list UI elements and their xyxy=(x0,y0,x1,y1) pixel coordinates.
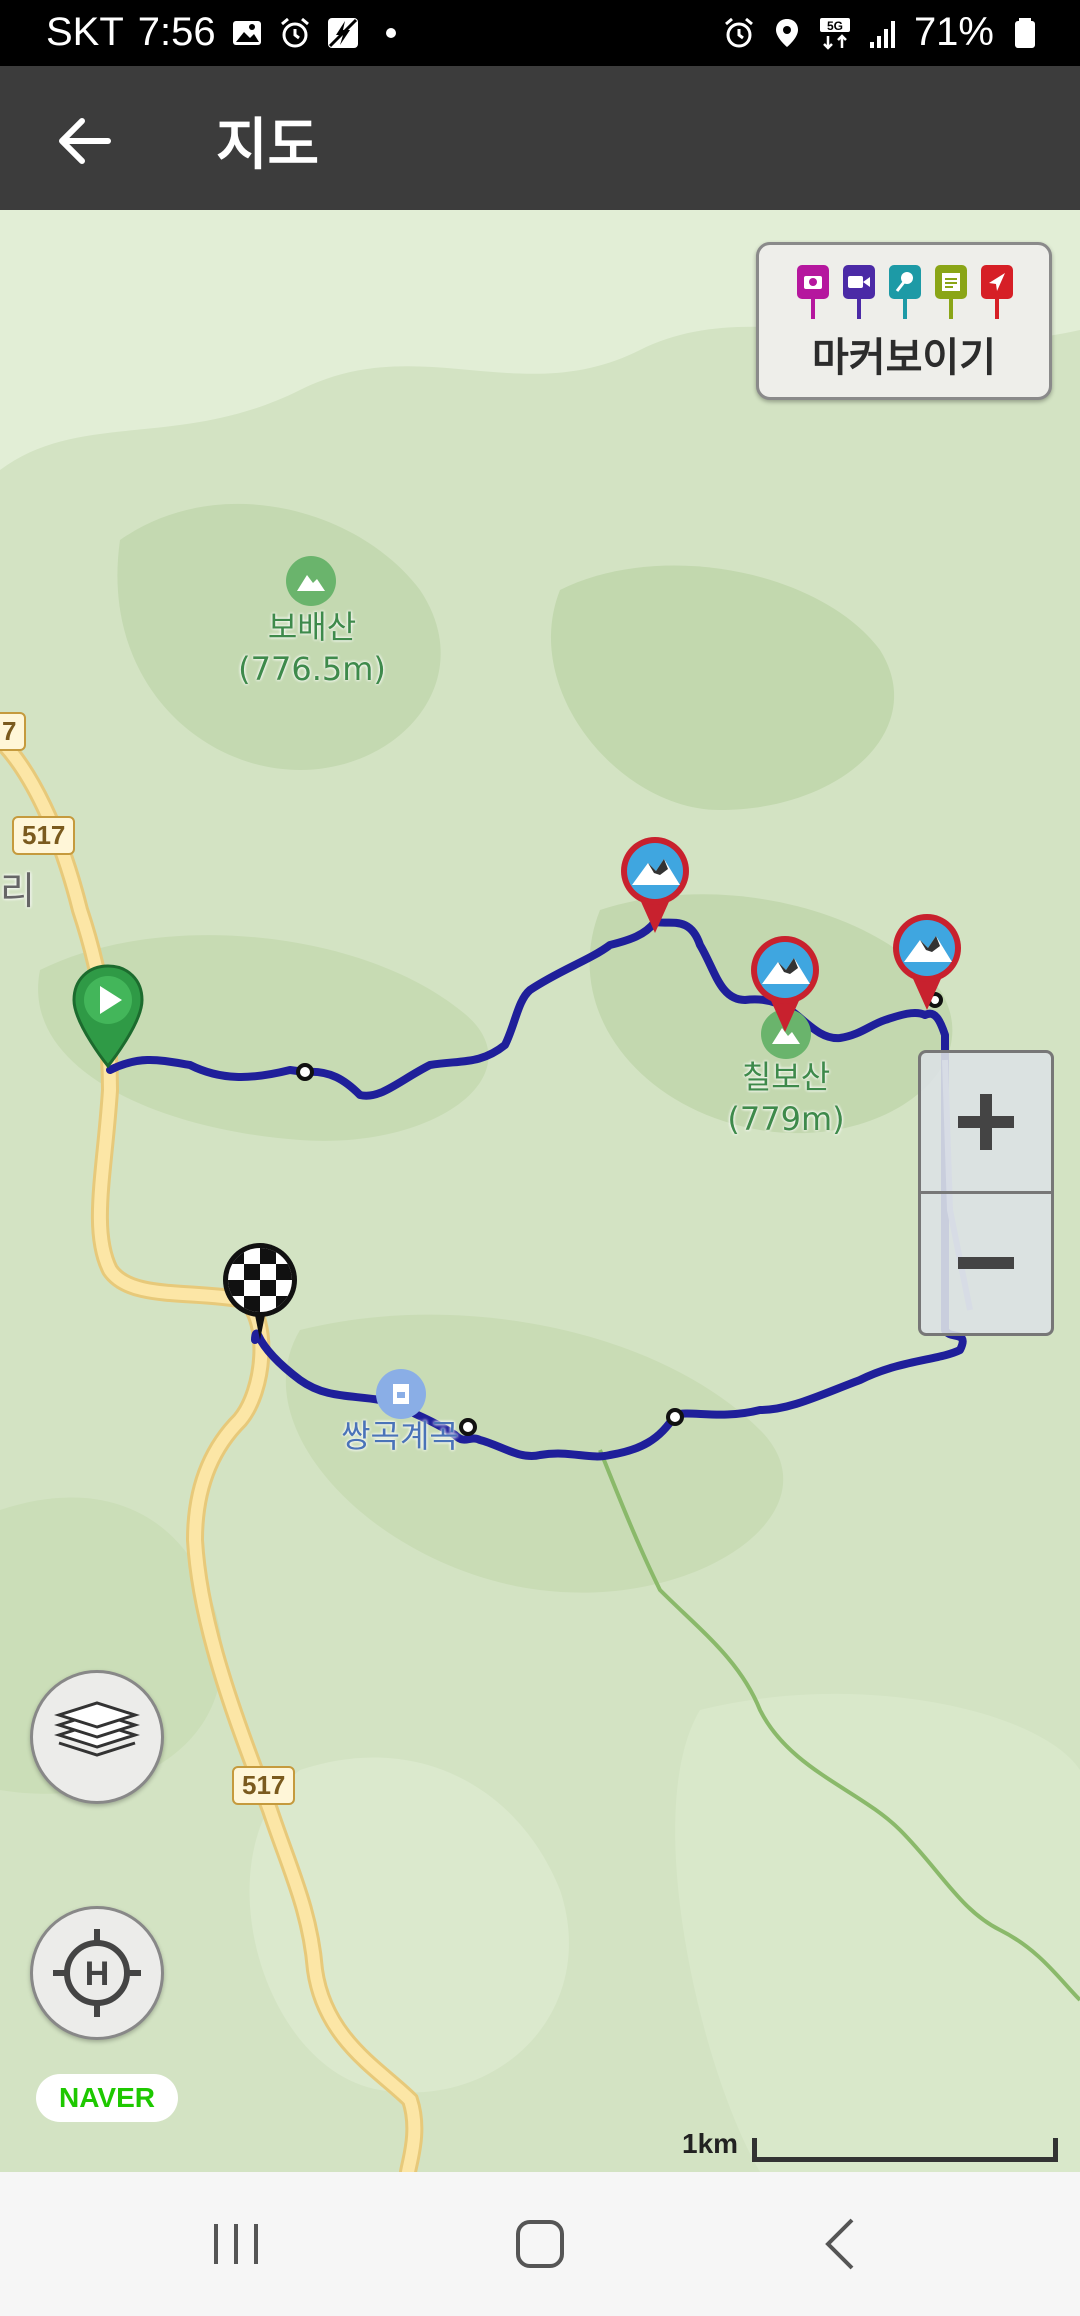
zoom-out-button[interactable] xyxy=(921,1194,1051,1332)
signal-icon xyxy=(869,20,895,48)
start-marker-icon[interactable] xyxy=(68,962,148,1072)
photo-marker-icon[interactable] xyxy=(748,934,822,1034)
locate-button[interactable]: H xyxy=(30,1906,164,2040)
zoom-control xyxy=(918,1050,1054,1336)
mountain-label: 칠보산 (779m) xyxy=(706,1056,866,1140)
photo-marker-icon[interactable] xyxy=(890,912,964,1012)
route-shield: 517 xyxy=(12,816,76,855)
marker-pins-row xyxy=(797,265,1013,319)
village-label: 리 xyxy=(0,869,35,913)
photo-marker-icon[interactable] xyxy=(618,835,692,935)
layers-button[interactable] xyxy=(30,1670,164,1804)
route-shield: 517 xyxy=(232,1766,296,1805)
mountain-name: 칠보산 xyxy=(741,1058,831,1096)
alarm-icon xyxy=(724,17,753,47)
scale-bar xyxy=(752,2138,1058,2162)
zoom-in-button[interactable] xyxy=(921,1053,1051,1191)
naver-logo: NAVER xyxy=(36,2074,178,2122)
battery-percent: 71% xyxy=(913,10,994,54)
mountain-name: 보배산 xyxy=(267,608,357,646)
mountain-height: (779m) xyxy=(727,1100,845,1138)
alarm-icon xyxy=(280,17,309,47)
battery-icon xyxy=(1015,17,1035,48)
carrier-label: SKT xyxy=(46,10,124,54)
system-nav-bar xyxy=(0,2172,1080,2316)
valley-icon xyxy=(376,1369,426,1419)
5g-icon: 5G xyxy=(819,17,850,50)
plus-icon xyxy=(958,1094,1014,1150)
back-arrow-icon[interactable] xyxy=(50,106,120,176)
layers-icon xyxy=(54,1701,140,1757)
page-title: 지도 xyxy=(216,113,320,178)
time-label: 7:56 xyxy=(137,10,216,54)
no-charging-icon xyxy=(327,17,358,48)
svg-text:H: H xyxy=(85,1955,110,1993)
microphone-icon xyxy=(889,265,921,319)
video-icon xyxy=(843,265,875,319)
route-shield: 7 xyxy=(0,712,27,751)
map-view[interactable]: 보배산 (776.5m) 칠보산 (779m) 쌍곡계곡 리 7 517 517 xyxy=(0,210,1080,2172)
show-markers-label: 마커보이기 xyxy=(812,335,996,381)
app-bar: 지도 xyxy=(0,66,1080,210)
status-bar: SKT 7:56 5G 71% xyxy=(0,0,1080,66)
recent-apps-icon[interactable] xyxy=(204,2212,268,2276)
location-icon xyxy=(775,18,798,47)
finish-marker-icon[interactable] xyxy=(220,1240,300,1350)
scale-label: 1km xyxy=(682,2128,739,2159)
gallery-icon xyxy=(232,20,261,45)
camera-icon xyxy=(797,265,829,319)
svg-text:5G: 5G xyxy=(827,19,843,33)
home-icon[interactable] xyxy=(508,2212,572,2276)
back-icon[interactable] xyxy=(810,2212,874,2276)
dot-icon xyxy=(385,27,396,38)
mountain-height: (776.5m) xyxy=(238,650,386,688)
show-markers-button[interactable]: 마커보이기 xyxy=(756,242,1052,400)
navigate-icon xyxy=(981,265,1013,319)
memo-icon xyxy=(935,265,967,319)
crosshair-h-icon: H xyxy=(53,1929,141,2017)
mountain-icon xyxy=(286,556,336,606)
minus-icon xyxy=(958,1257,1014,1269)
mountain-label: 보배산 (776.5m) xyxy=(232,606,392,690)
valley-label: 쌍곡계곡 xyxy=(341,1417,459,1455)
